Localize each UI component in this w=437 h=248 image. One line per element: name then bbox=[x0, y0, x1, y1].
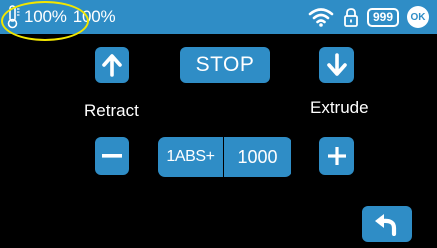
ok-badge: OK bbox=[407, 6, 429, 28]
back-button[interactable] bbox=[362, 206, 412, 242]
minus-icon bbox=[102, 154, 122, 158]
extrude-button[interactable] bbox=[319, 47, 354, 83]
extrude-label: Extrude bbox=[310, 98, 369, 117]
amount-button[interactable]: 1000 bbox=[223, 137, 291, 177]
status-bar: 100% 100% 999 OK bbox=[0, 0, 437, 41]
mode-button[interactable]: 1ABS+ bbox=[158, 137, 223, 177]
arrow-up-icon bbox=[102, 54, 122, 77]
nozzle-temp-value: 100% bbox=[24, 7, 67, 26]
decrease-button[interactable] bbox=[95, 137, 129, 175]
retract-button[interactable] bbox=[95, 47, 129, 83]
filament-control-screen: 100% 100% 999 OK STOP Retract Extrude 1A… bbox=[0, 0, 437, 248]
status-left-group: 100% 100% bbox=[6, 0, 116, 34]
back-arrow-icon bbox=[375, 214, 397, 236]
status-right-group: 999 OK bbox=[299, 0, 429, 34]
increase-button[interactable] bbox=[319, 137, 354, 175]
speed-value: 100% bbox=[72, 7, 116, 26]
retract-label: Retract bbox=[84, 101, 139, 120]
lock-icon bbox=[344, 8, 358, 27]
count-badge: 999 bbox=[366, 7, 399, 27]
extrude-amount-selector: 1ABS+ 1000 bbox=[158, 137, 292, 177]
wifi-icon bbox=[308, 8, 334, 27]
stop-button[interactable]: STOP bbox=[180, 47, 270, 83]
arrow-down-icon bbox=[326, 53, 347, 76]
thermometer-icon bbox=[7, 5, 20, 29]
plus-icon bbox=[327, 147, 346, 165]
